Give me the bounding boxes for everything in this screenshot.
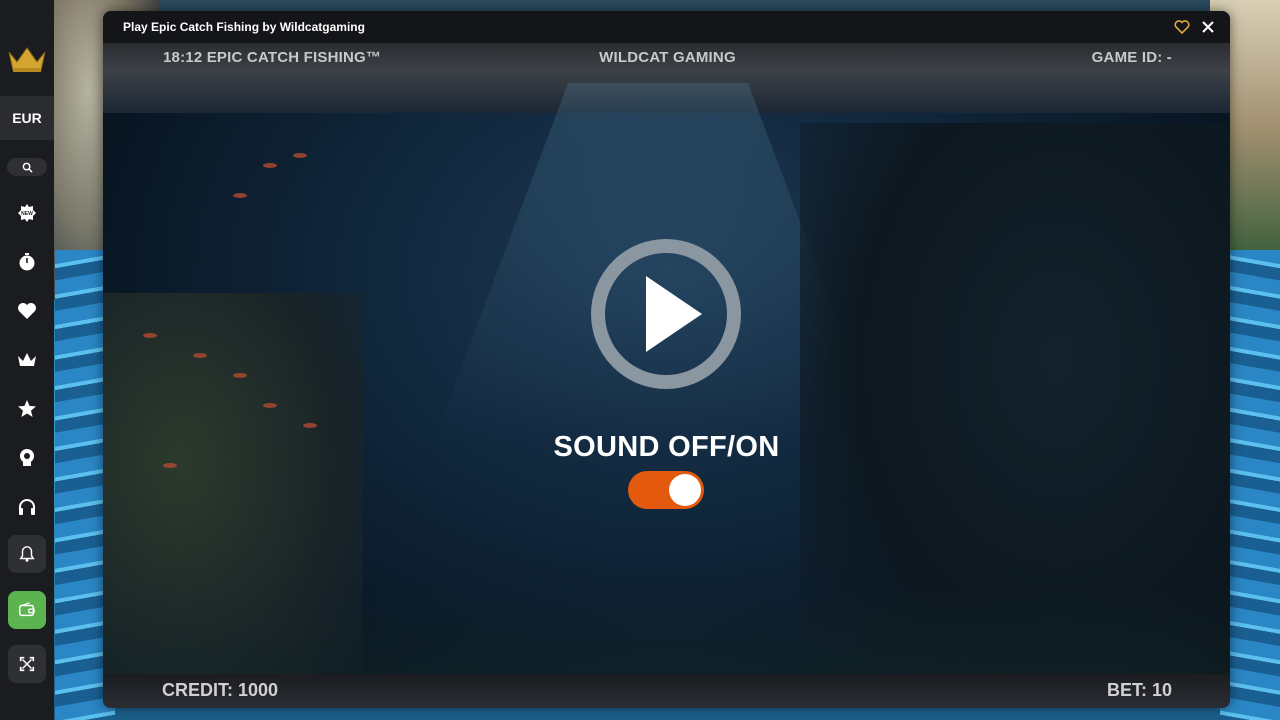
fullscreen-button[interactable]: [8, 645, 46, 683]
sidebar-item-tournaments[interactable]: [0, 433, 54, 482]
play-circle-icon: [591, 239, 741, 389]
currency-selector[interactable]: EUR: [0, 96, 54, 140]
sidebar: EUR NEW: [0, 0, 54, 720]
fish: [303, 423, 317, 428]
wallet-icon: [19, 602, 35, 617]
search-icon: [22, 162, 33, 173]
game-hud-top: 18:12 EPIC CATCH FISHING™ WILDCAT GAMING…: [163, 46, 1172, 68]
sound-toggle-knob: [669, 474, 701, 506]
sidebar-item-favorites[interactable]: [0, 286, 54, 335]
bell-icon: [19, 546, 35, 562]
wallet-button[interactable]: [8, 591, 46, 629]
fish: [263, 403, 277, 408]
sound-label: SOUND OFF/ON: [553, 431, 780, 463]
sidebar-item-new[interactable]: NEW: [0, 188, 54, 237]
credit-display: CREDIT: 1000: [162, 680, 279, 700]
game-hud-bottom: CREDIT: 1000 BET: 10: [103, 674, 1230, 708]
game-canvas[interactable]: 18:12 EPIC CATCH FISHING™ WILDCAT GAMING…: [103, 43, 1230, 708]
game-clock-title: 18:12 EPIC CATCH FISHING™: [163, 48, 382, 66]
sound-toggle[interactable]: [628, 471, 704, 509]
sidebar-item-recent[interactable]: [0, 237, 54, 286]
game-window: Play Epic Catch Fishing by Wildcatgaming: [103, 11, 1230, 708]
play-button[interactable]: [590, 238, 742, 390]
sidebar-item-top[interactable]: [0, 384, 54, 433]
search-button[interactable]: [7, 158, 47, 176]
heart-outline-icon: [1174, 20, 1190, 35]
crown-icon: [18, 352, 36, 366]
notifications-button[interactable]: [8, 535, 46, 573]
headset-icon: [19, 498, 35, 515]
close-icon: [1202, 21, 1214, 33]
fish: [143, 333, 157, 338]
new-badge-icon: NEW: [18, 203, 36, 222]
favorite-button[interactable]: [1174, 19, 1190, 35]
sidebar-item-support[interactable]: [0, 482, 54, 531]
star-icon: [18, 399, 36, 417]
game-provider: WILDCAT GAMING: [599, 48, 736, 66]
fish: [233, 193, 247, 198]
fish: [263, 163, 277, 168]
game-window-titlebar: Play Epic Catch Fishing by Wildcatgaming: [103, 11, 1230, 43]
game-id: GAME ID: -: [1091, 48, 1172, 66]
stopwatch-icon: [19, 252, 35, 270]
crown-logo-icon[interactable]: [7, 44, 47, 74]
heart-icon: [18, 302, 36, 319]
game-window-title: Play Epic Catch Fishing by Wildcatgaming: [123, 20, 365, 34]
close-button[interactable]: [1200, 19, 1216, 35]
fullscreen-icon: [19, 656, 35, 672]
trophy-icon: [20, 448, 34, 466]
bet-display: BET: 10: [1106, 680, 1172, 700]
svg-text:NEW: NEW: [21, 211, 33, 217]
fish: [233, 373, 247, 378]
fish: [193, 353, 207, 358]
fish: [293, 153, 307, 158]
sidebar-item-vip[interactable]: [0, 335, 54, 384]
